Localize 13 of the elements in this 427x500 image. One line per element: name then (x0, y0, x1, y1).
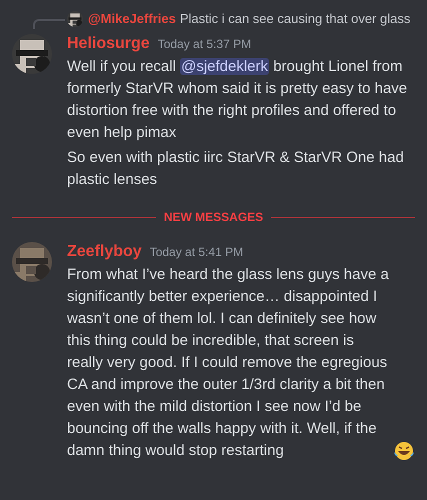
new-messages-divider: NEW MESSAGES (162, 209, 264, 226)
message-text: Well if you recall @sjefdeklerk brought Lionel from formerly StarVR whom said it is pretty easy to have distortion free with the right profiles and offered to even help pimax (67, 58, 408, 141)
username[interactable]: Zeeflyboy (67, 240, 142, 264)
emoji-icon (393, 440, 415, 462)
reply-preview[interactable]: Plastic i can see causing that over glass (180, 9, 410, 29)
message-text: So even with plastic iirc StarVR & StarVR One had plastic lenses (67, 149, 404, 188)
timestamp: Today at 5:41 PM (150, 244, 244, 261)
reply-author[interactable]: @MikeJeffries (88, 9, 176, 29)
reply-connector-line (33, 19, 65, 29)
message-text: From what I’ve heard the glass lens guys have a significantly better experience… disappointed I wasn’t one of them lol. I can definitely see how this thing could be incredible, that screen is really very good. If I could remove the egregious CA and improve the outer 1/3rd clarity a bit then even with the mild distortion I see now I’d be bouncing off the walls happy with it. Well, if the damn thing would stop restarting (67, 265, 390, 461)
timestamp: Today at 5:37 PM (158, 36, 252, 53)
username[interactable]: Heliosurge (67, 32, 150, 56)
user-mention[interactable]: @sjefdeklerk (180, 58, 270, 75)
